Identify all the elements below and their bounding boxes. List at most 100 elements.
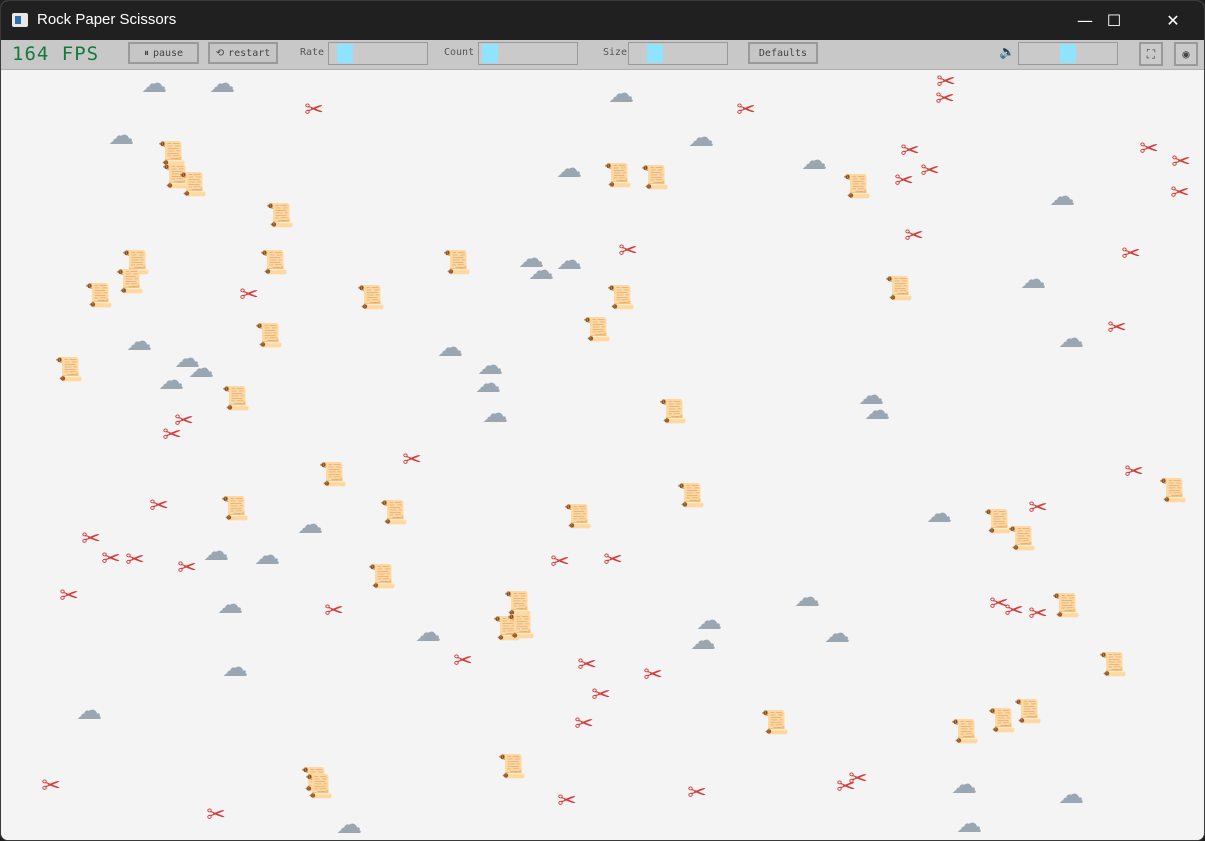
paper-sprite: 📜 bbox=[220, 496, 250, 522]
rock-sprite: ☁ bbox=[482, 399, 508, 429]
paper-sprite: 📜 bbox=[640, 165, 670, 191]
paper-sprite: 📜 bbox=[157, 141, 187, 167]
rock-sprite: ☁ bbox=[297, 510, 323, 540]
paper-sprite: 📜 bbox=[658, 399, 688, 425]
paper-sprite: 📜 bbox=[84, 283, 114, 309]
rock-sprite: ☁ bbox=[415, 618, 441, 648]
scissors-sprite: ✂ bbox=[162, 422, 182, 448]
scissors-sprite: ✂ bbox=[618, 238, 638, 264]
scissors-sprite: ✂ bbox=[1107, 315, 1127, 341]
scissors-sprite: ✂ bbox=[304, 97, 324, 123]
scissors-sprite: ✂ bbox=[59, 583, 79, 609]
paper-sprite: 📜 bbox=[563, 504, 593, 530]
scissors-sprite: ✂ bbox=[206, 802, 226, 828]
rock-sprite: ☁ bbox=[794, 583, 820, 613]
scissors-sprite: ✂ bbox=[1121, 241, 1141, 267]
paper-sprite: 📜 bbox=[304, 774, 334, 800]
restart-button[interactable]: ⟲ restart bbox=[208, 42, 278, 64]
paper-sprite: 📜 bbox=[676, 483, 706, 509]
size-slider-thumb[interactable] bbox=[647, 44, 663, 63]
paper-sprite: 📜 bbox=[582, 317, 612, 343]
rock-sprite: ☁ bbox=[1020, 265, 1046, 295]
scissors-sprite: ✂ bbox=[239, 282, 259, 308]
scissors-sprite: ✂ bbox=[1124, 459, 1144, 485]
restart-label: restart bbox=[228, 47, 271, 59]
paper-sprite: 📜 bbox=[842, 174, 872, 200]
defaults-button[interactable]: Defaults bbox=[748, 42, 818, 64]
fps-counter: 164 FPS bbox=[12, 43, 100, 65]
rock-sprite: ☁ bbox=[556, 154, 582, 184]
rate-slider-thumb[interactable] bbox=[337, 44, 353, 63]
rock-sprite: ☁ bbox=[254, 541, 280, 571]
scissors-sprite: ✂ bbox=[41, 773, 61, 799]
rock-sprite: ☁ bbox=[801, 146, 827, 176]
count-label: Count bbox=[444, 47, 475, 58]
scissors-sprite: ✂ bbox=[1170, 180, 1190, 206]
pause-button[interactable]: ⏸ pause bbox=[128, 42, 199, 64]
rock-sprite: ☁ bbox=[690, 626, 716, 656]
paper-sprite: 📜 bbox=[115, 269, 145, 295]
rock-sprite: ☁ bbox=[437, 333, 463, 363]
rock-sprite: ☁ bbox=[528, 256, 554, 286]
paper-sprite: 📜 bbox=[259, 250, 289, 276]
rock-sprite: ☁ bbox=[158, 366, 184, 396]
paper-sprite: 📜 bbox=[503, 591, 533, 617]
rock-sprite: ☁ bbox=[203, 537, 229, 567]
paper-sprite: 📜 bbox=[606, 285, 636, 311]
rate-slider[interactable] bbox=[328, 42, 428, 65]
rock-sprite: ☁ bbox=[475, 369, 501, 399]
paper-sprite: 📜 bbox=[1051, 593, 1081, 619]
size-label: Size bbox=[603, 47, 628, 58]
title-bar[interactable]: Rock Paper Scissors — ☐ ✕ bbox=[1, 1, 1204, 40]
rock-sprite: ☁ bbox=[1058, 780, 1084, 810]
scissors-sprite: ✂ bbox=[402, 447, 422, 473]
scissors-sprite: ✂ bbox=[920, 158, 940, 184]
scissors-sprite: ✂ bbox=[1028, 601, 1048, 627]
app-icon bbox=[12, 13, 28, 27]
paper-sprite: 📜 bbox=[497, 754, 527, 780]
paper-sprite: 📜 bbox=[221, 386, 251, 412]
paper-sprite: 📜 bbox=[379, 500, 409, 526]
paper-sprite: 📜 bbox=[1158, 478, 1188, 504]
scissors-sprite: ✂ bbox=[591, 682, 611, 708]
rock-sprite: ☁ bbox=[864, 396, 890, 426]
paper-sprite: 📜 bbox=[950, 719, 980, 745]
rock-sprite: ☁ bbox=[824, 619, 850, 649]
rock-sprite: ☁ bbox=[926, 499, 952, 529]
toolbar: 164 FPS ⏸ pause ⟲ restart Rate Count Siz… bbox=[1, 40, 1204, 70]
scissors-sprite: ✂ bbox=[1028, 495, 1048, 521]
rock-sprite: ☁ bbox=[1049, 182, 1075, 212]
pause-icon: ⏸ bbox=[143, 47, 149, 59]
scissors-sprite: ✂ bbox=[603, 547, 623, 573]
restart-icon: ⟲ bbox=[215, 47, 225, 59]
volume-slider[interactable] bbox=[1018, 42, 1118, 65]
scissors-sprite: ✂ bbox=[894, 168, 914, 194]
close-button[interactable]: ✕ bbox=[1143, 1, 1203, 40]
volume-slider-thumb[interactable] bbox=[1060, 44, 1076, 63]
rock-sprite: ☁ bbox=[76, 696, 102, 726]
rock-sprite: ☁ bbox=[209, 69, 235, 99]
scissors-sprite: ✂ bbox=[904, 223, 924, 249]
paper-sprite: 📜 bbox=[603, 163, 633, 189]
scissors-sprite: ✂ bbox=[149, 493, 169, 519]
app-window: Rock Paper Scissors — ☐ ✕ 164 FPS ⏸ paus… bbox=[0, 0, 1205, 841]
count-slider[interactable] bbox=[478, 42, 578, 65]
pause-label: pause bbox=[152, 47, 184, 59]
scissors-sprite: ✂ bbox=[935, 86, 955, 112]
paper-sprite: 📜 bbox=[442, 250, 472, 276]
eye-icon: ◉ bbox=[1182, 47, 1190, 61]
game-arena[interactable]: ☁ ☁ ☁ ☁ ☁ ☁ ☁ ☁ ☁ ☁ ☁ ☁ ☁ ☁ ☁ ☁ ☁ ☁ ☁ ☁ ☁ ☁ ☁ ☁ ☁ ☁ ☁ ☁ ☁ ☁ ☁ ☁ ☁ ☁ ☁ ☁ ☁ ☁ ☁ 📜… bbox=[1, 70, 1204, 840]
rock-sprite: ☁ bbox=[956, 809, 982, 839]
paper-sprite: 📜 bbox=[254, 323, 284, 349]
count-slider-thumb[interactable] bbox=[482, 44, 498, 63]
speaker-icon: 🔉 bbox=[999, 45, 1016, 60]
paper-sprite: 📜 bbox=[367, 564, 397, 590]
rock-sprite: ☁ bbox=[688, 123, 714, 153]
scissors-sprite: ✂ bbox=[1139, 136, 1159, 162]
view-button[interactable]: ◉ bbox=[1174, 42, 1198, 66]
size-slider[interactable] bbox=[628, 42, 728, 65]
scissors-sprite: ✂ bbox=[643, 662, 663, 688]
fullscreen-button[interactable]: ⛶ bbox=[1139, 42, 1163, 66]
scissors-sprite: ✂ bbox=[574, 711, 594, 737]
maximize-button[interactable]: ☐ bbox=[1084, 1, 1144, 40]
